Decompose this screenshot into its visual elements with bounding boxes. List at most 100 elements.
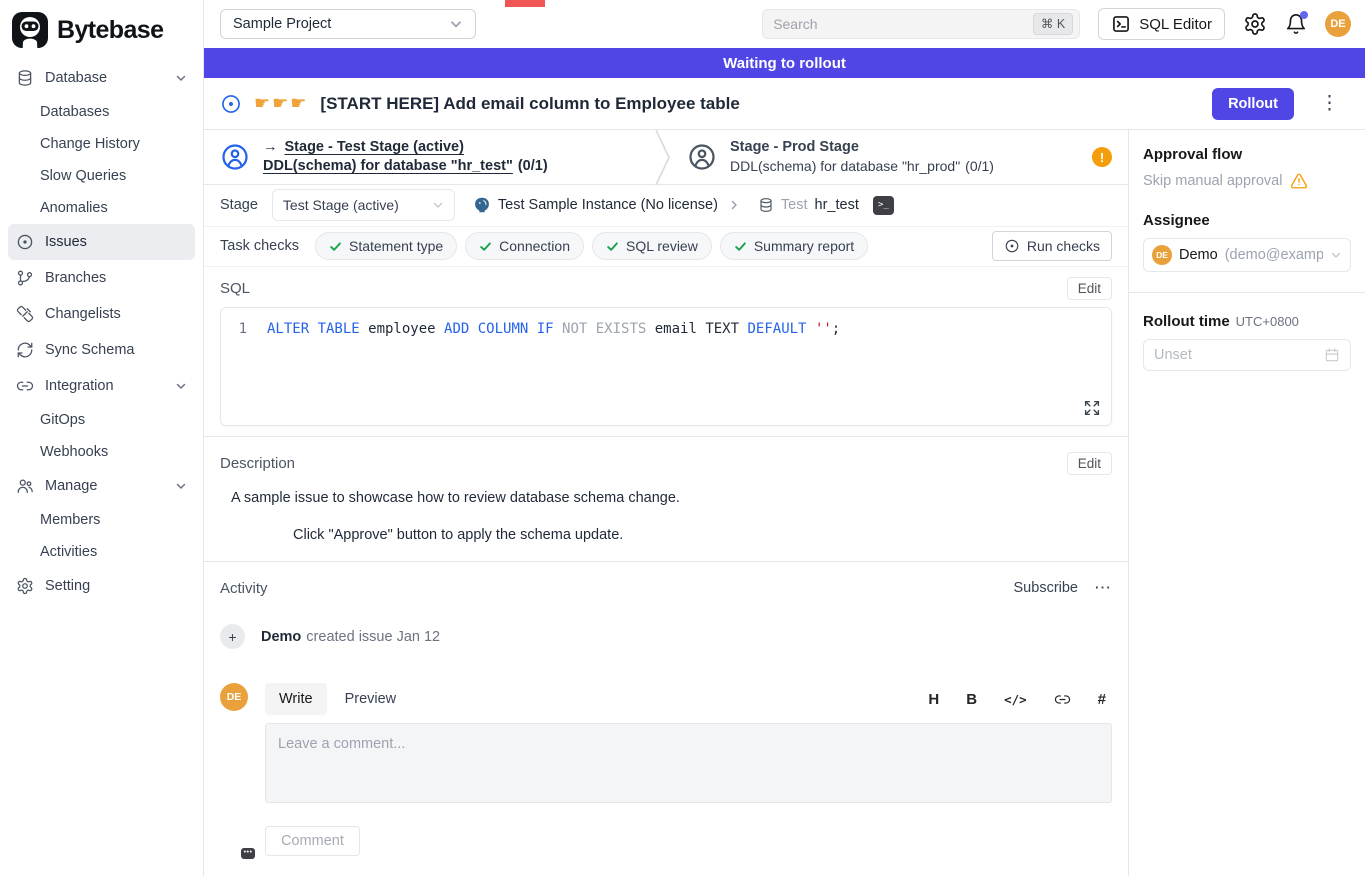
rollout-button[interactable]: Rollout: [1212, 88, 1294, 120]
sql-editor-view[interactable]: 1ALTER TABLE employee ADD COLUMN IF NOT …: [220, 307, 1112, 426]
chevron-down-icon: [1330, 249, 1342, 261]
notifications-button[interactable]: [1285, 13, 1307, 35]
sidebar-item-slow-queries[interactable]: Slow Queries: [8, 160, 195, 192]
sidebar-item-database[interactable]: Database: [8, 60, 195, 96]
subscribe-button[interactable]: Subscribe: [1014, 580, 1078, 596]
issue-status-icon: [220, 93, 242, 115]
sidebar-item-changelists[interactable]: Changelists: [8, 296, 195, 332]
comment-tabs: Write Preview H B </>: [265, 683, 1112, 715]
gear-icon: [16, 577, 34, 595]
main-area: Sample Project ⌘ K SQL Editor DE: [204, 0, 1365, 876]
check-icon: [479, 240, 492, 253]
tab-preview[interactable]: Preview: [331, 683, 411, 715]
activity-overflow-button[interactable]: ⋯: [1094, 578, 1112, 598]
sidebar-item-branches[interactable]: Branches: [8, 260, 195, 296]
assignee-name: Demo: [1179, 247, 1218, 263]
center-column: →Stage - Test Stage (active) DDL(schema)…: [204, 130, 1128, 876]
avatar: DE: [1152, 245, 1172, 265]
sidebar-item-manage[interactable]: Manage: [8, 468, 195, 504]
assignee-select[interactable]: DE Demo (demo@example: [1143, 238, 1351, 272]
chevron-right-icon: [728, 199, 740, 211]
sidebar-item-integration[interactable]: Integration: [8, 368, 195, 404]
chevron-down-icon: [175, 72, 187, 84]
chevron-down-icon: [175, 380, 187, 392]
stage-select-value: Test Stage (active): [283, 197, 399, 213]
search-input[interactable]: [773, 16, 1033, 32]
rollout-time-block: Rollout timeUTC+0800: [1143, 313, 1351, 371]
sidebar-item-setting[interactable]: Setting: [8, 568, 195, 604]
check-summary-report[interactable]: Summary report: [720, 232, 868, 260]
sidebar-item-activities[interactable]: Activities: [8, 536, 195, 568]
comment-input[interactable]: [265, 723, 1112, 803]
rollout-time-input[interactable]: [1154, 347, 1324, 363]
issue-sidebar: Approval flow Skip manual approval Assig…: [1128, 130, 1365, 876]
check-label: Connection: [499, 238, 570, 254]
check-statement-type[interactable]: Statement type: [315, 232, 457, 260]
chevron-down-icon: [449, 17, 463, 31]
sidebar-item-label: Members: [40, 512, 100, 528]
check-connection[interactable]: Connection: [465, 232, 584, 260]
assignee-person-icon: [220, 142, 250, 172]
run-checks-label: Run checks: [1027, 238, 1100, 254]
sql-token: DEFAULT: [747, 321, 806, 337]
database-link[interactable]: Test hr_test: [758, 197, 859, 213]
activity-section: Activity Subscribe ⋯ + Democreated issue…: [204, 562, 1128, 876]
instance-link[interactable]: Test Sample Instance (No license): [473, 196, 718, 214]
sidebar-item-label: Issues: [45, 234, 87, 250]
sql-editor-button[interactable]: SQL Editor: [1098, 8, 1225, 40]
sidebar-item-label: Sync Schema: [45, 342, 134, 358]
check-icon: [329, 240, 342, 253]
project-select[interactable]: Sample Project: [220, 9, 476, 39]
link-icon: [16, 377, 34, 395]
edit-sql-button[interactable]: Edit: [1067, 277, 1112, 300]
changelist-icon: [16, 305, 34, 323]
assignee-email: (demo@example: [1225, 247, 1323, 263]
sql-section: SQL Edit 1ALTER TABLE employee ADD COLUM…: [204, 267, 1128, 437]
more-actions-button[interactable]: ⋮: [1316, 92, 1343, 115]
sidebar-item-change-history[interactable]: Change History: [8, 128, 195, 160]
instance-name: Test Sample Instance (No license): [498, 197, 718, 213]
sql-token: [554, 321, 562, 337]
link-button[interactable]: [1054, 691, 1071, 708]
edit-description-button[interactable]: Edit: [1067, 452, 1112, 475]
run-checks-button[interactable]: Run checks: [992, 231, 1112, 261]
expand-sql-button[interactable]: [1083, 399, 1101, 417]
settings-button[interactable]: [1243, 12, 1267, 36]
sidebar-item-label: Setting: [45, 578, 90, 594]
stage-alert-icon: !: [1092, 147, 1112, 167]
comment-editor: DE ••• Write Preview H B: [220, 683, 1112, 876]
chat-bubble-icon: •••: [241, 848, 255, 859]
stage-selector-row: Stage Test Stage (active) Test Sample In…: [204, 185, 1128, 227]
comment-submit-button[interactable]: Comment: [265, 826, 360, 856]
sidebar-item-sync-schema[interactable]: Sync Schema: [8, 332, 195, 368]
database-icon: [16, 69, 34, 87]
check-sql-review[interactable]: SQL review: [592, 232, 712, 260]
heading-button[interactable]: H: [928, 691, 939, 708]
stage-test-stage[interactable]: →Stage - Test Stage (active) DDL(schema)…: [204, 130, 655, 184]
sidebar-item-gitops[interactable]: GitOps: [8, 404, 195, 436]
issue-header: ☛☛☛ [START HERE] Add email column to Emp…: [204, 78, 1365, 130]
comment-avatar-wrap: DE •••: [220, 683, 250, 856]
check-icon: [606, 240, 619, 253]
bytebase-logo[interactable]: Bytebase: [0, 0, 203, 60]
sidebar-item-webhooks[interactable]: Webhooks: [8, 436, 195, 468]
assignee-person-icon: [687, 142, 717, 172]
sidebar-item-databases[interactable]: Databases: [8, 96, 195, 128]
check-label: Summary report: [754, 238, 854, 254]
database-name: hr_test: [815, 197, 859, 213]
open-sql-editor-icon[interactable]: >_: [873, 196, 894, 215]
sidebar-item-label: Anomalies: [40, 200, 108, 216]
sidebar-item-members[interactable]: Members: [8, 504, 195, 536]
sidebar-item-issues[interactable]: Issues: [8, 224, 195, 260]
bold-button[interactable]: B: [966, 691, 977, 708]
stage-select[interactable]: Test Stage (active): [272, 189, 455, 221]
user-avatar[interactable]: DE: [1325, 11, 1351, 37]
code-button[interactable]: </>: [1004, 692, 1027, 707]
users-icon: [16, 477, 34, 495]
stage-prod-stage[interactable]: Stage - Prod Stage DDL(schema) for datab…: [671, 130, 1128, 184]
tab-write[interactable]: Write: [265, 683, 327, 715]
activity-actor: Demo: [261, 629, 301, 645]
sidebar-item-anomalies[interactable]: Anomalies: [8, 192, 195, 224]
terminal-icon: [1111, 14, 1131, 34]
hash-button[interactable]: #: [1098, 691, 1106, 708]
